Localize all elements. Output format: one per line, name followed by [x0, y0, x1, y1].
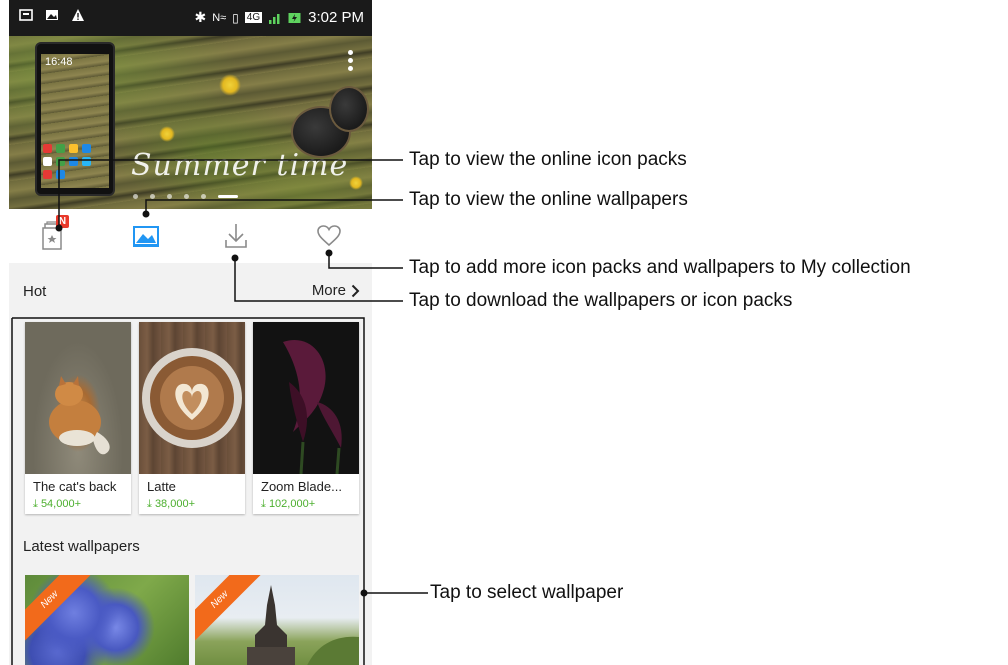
hot-section-header: Hot More — [9, 263, 372, 317]
carousel-indicator — [133, 194, 238, 199]
flower-decoration — [349, 176, 363, 190]
item-name: Latte — [147, 479, 176, 494]
4g-icon: 4G — [244, 12, 263, 23]
preview-dock — [43, 144, 103, 179]
item-name: Zoom Blade... — [261, 479, 342, 494]
image-icon — [46, 10, 58, 20]
calla-lily-illustration — [283, 340, 342, 474]
download-count-icon: ⤓ — [261, 498, 266, 510]
annotation-collection: Tap to add more icon packs and wallpaper… — [409, 257, 911, 278]
annotation-download: Tap to download the wallpapers or icon p… — [409, 290, 793, 311]
latest-wallpaper-card[interactable]: New — [25, 575, 189, 665]
download-count: ⤓ 38,000+ — [147, 498, 196, 510]
download-button[interactable] — [219, 219, 253, 253]
download-icon — [225, 224, 247, 248]
heart-icon — [317, 225, 341, 247]
latte-illustration — [142, 348, 242, 448]
carousel-dot-active — [218, 195, 238, 198]
toolbar: N — [9, 209, 372, 263]
more-label: More — [311, 282, 346, 299]
signal-icon — [269, 13, 280, 24]
nfc-icon: N≈ — [212, 11, 227, 24]
vibrate-icon: ▯ — [232, 10, 239, 25]
notification-icon — [19, 9, 33, 21]
more-link[interactable]: More — [312, 282, 360, 299]
annotation-wallpapers: Tap to view the online wallpapers — [409, 189, 688, 210]
flower-decoration — [159, 126, 175, 142]
cat-illustration — [49, 376, 110, 455]
chevron-right-icon — [351, 284, 360, 297]
phone-screen: ✱ N≈ ▯ 4G 3:02 PM 16:48 Summer time N Ho… — [9, 0, 372, 665]
section-title-hot: Hot — [23, 283, 47, 300]
my-collection-button[interactable] — [312, 219, 346, 253]
hero-banner[interactable]: 16:48 Summer time — [9, 36, 372, 209]
battery-charging-icon — [288, 12, 301, 23]
bluetooth-icon: ✱ — [194, 9, 207, 25]
carousel-dot — [201, 194, 206, 199]
latest-wallpaper-card[interactable]: New — [195, 575, 359, 665]
carousel-dot — [167, 194, 172, 199]
wallpaper-thumbnail — [253, 322, 359, 474]
wallpaper-thumbnail — [25, 322, 131, 474]
phone-preview: 16:48 — [35, 42, 115, 196]
hot-item-card[interactable]: The cat's back ⤓ 54,000+ — [25, 322, 131, 514]
download-count-icon: ⤓ — [33, 498, 38, 510]
status-bar: ✱ N≈ ▯ 4G 3:02 PM — [9, 0, 372, 36]
section-title-latest: Latest wallpapers — [23, 538, 140, 555]
wallpapers-button[interactable] — [129, 219, 163, 253]
item-name: The cat's back — [33, 479, 117, 494]
hot-item-card[interactable]: Zoom Blade... ⤓ 102,000+ — [253, 322, 359, 514]
sunglasses-decoration — [329, 86, 369, 132]
preview-clock: 16:48 — [45, 56, 73, 68]
wallpapers-icon — [133, 226, 159, 247]
new-badge: N — [56, 215, 69, 228]
download-count: ⤓ 102,000+ — [261, 498, 316, 510]
annotation-icon-packs: Tap to view the online icon packs — [409, 149, 687, 170]
download-count-icon: ⤓ — [147, 498, 152, 510]
flower-decoration — [219, 74, 241, 96]
download-count: ⤓ 54,000+ — [33, 498, 82, 510]
carousel-dot — [133, 194, 138, 199]
icon-packs-button[interactable]: N — [36, 215, 70, 253]
wallpaper-thumbnail — [139, 322, 245, 474]
overflow-menu-icon[interactable] — [348, 50, 354, 74]
hot-item-card[interactable]: Latte ⤓ 38,000+ — [139, 322, 245, 514]
annotation-select: Tap to select wallpaper — [430, 582, 624, 603]
status-time: 3:02 PM — [308, 9, 364, 26]
hero-title: Summer time — [131, 148, 349, 183]
warning-icon — [72, 9, 84, 21]
carousel-dot — [150, 194, 155, 199]
carousel-dot — [184, 194, 189, 199]
